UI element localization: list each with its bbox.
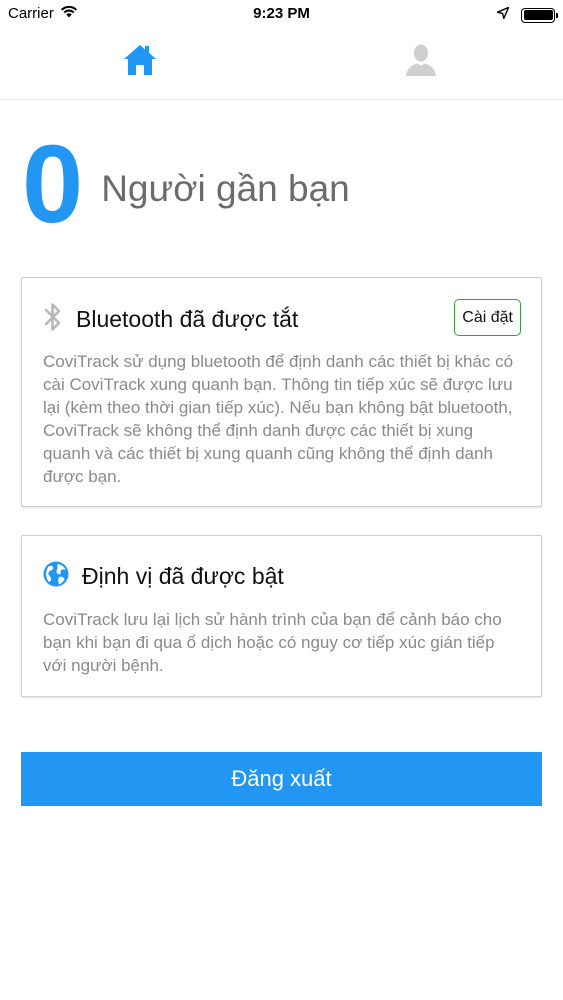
- battery-icon: [521, 7, 558, 23]
- globe-icon: [42, 560, 70, 593]
- home-icon: [122, 43, 158, 82]
- location-card-header: Định vị đã được bật: [42, 560, 284, 593]
- location-arrow-icon: [496, 6, 510, 24]
- bluetooth-card-description: CoviTrack sử dụng bluetooth để định danh…: [43, 352, 514, 486]
- bluetooth-card-title: Bluetooth đã được tắt: [76, 306, 299, 332]
- nearby-label: Người gần bạn: [101, 168, 350, 209]
- bluetooth-card: Bluetooth đã được tắt Cài đặt CoviTrack …: [21, 277, 542, 507]
- location-card: Định vị đã được bật CoviTrack lưu lại lị…: [21, 535, 542, 697]
- tab-bar: [0, 30, 563, 100]
- location-card-description: CoviTrack lưu lại lịch sử hành trình của…: [43, 610, 502, 675]
- nearby-count: 0: [22, 123, 83, 246]
- nearby-summary: 0 Người gần bạn: [22, 130, 350, 240]
- status-time: 9:23 PM: [253, 5, 310, 22]
- bluetooth-card-header: Bluetooth đã được tắt: [42, 302, 298, 337]
- logout-button[interactable]: Đăng xuất: [21, 752, 542, 806]
- tab-profile[interactable]: [399, 40, 443, 84]
- bluetooth-icon: [42, 302, 64, 337]
- tab-home[interactable]: [118, 40, 162, 84]
- status-bar: Carrier 9:23 PM: [0, 0, 563, 30]
- user-icon: [404, 43, 438, 82]
- status-right: [496, 6, 558, 24]
- settings-button[interactable]: Cài đặt: [454, 299, 521, 336]
- location-card-title: Định vị đã được bật: [82, 563, 284, 589]
